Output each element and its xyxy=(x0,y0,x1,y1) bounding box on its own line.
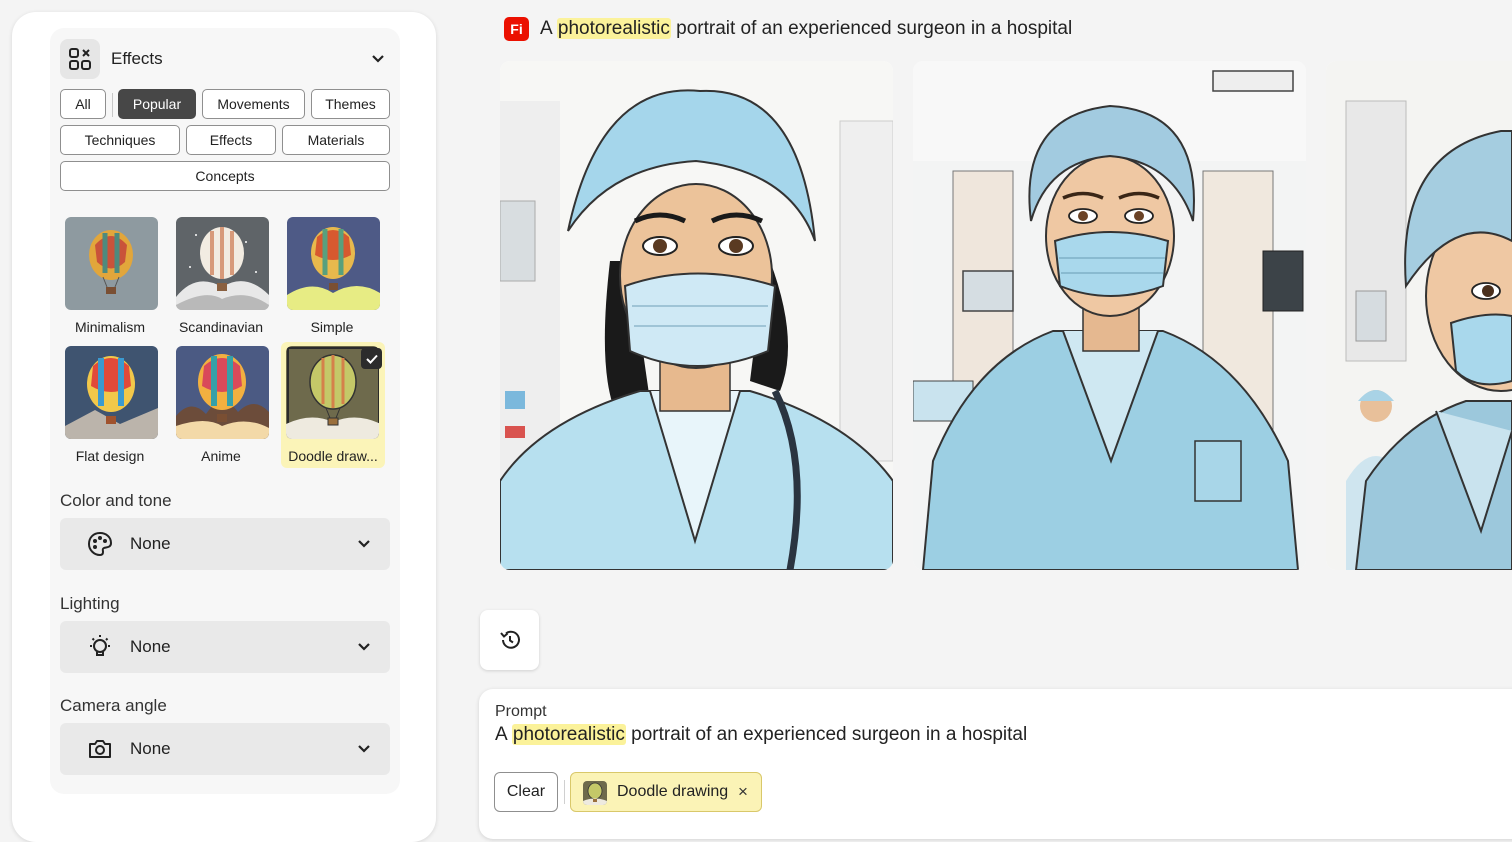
doodle-thumbnail-icon xyxy=(583,781,607,805)
highlight-word: photorealistic xyxy=(556,18,671,39)
style-label: Scandinavian xyxy=(178,319,264,335)
result-image-1[interactable] xyxy=(500,61,893,570)
check-icon xyxy=(361,348,382,369)
chevron-down-icon xyxy=(358,540,370,548)
close-icon[interactable]: × xyxy=(738,782,748,802)
result-image-3[interactable] xyxy=(1326,61,1512,570)
chip-movements[interactable]: Movements xyxy=(202,89,305,119)
color-tone-label: Color and tone xyxy=(60,491,172,510)
history-button[interactable] xyxy=(480,610,539,670)
firefly-logo-icon: Fi xyxy=(504,17,529,41)
chip-effects[interactable]: Effects xyxy=(186,125,276,155)
camera-angle-select[interactable]: None xyxy=(60,723,390,775)
lightbulb-icon xyxy=(90,635,110,656)
prompt-panel xyxy=(479,689,1512,839)
style-thumb-flat-design[interactable] xyxy=(65,346,158,439)
lighting-value: None xyxy=(130,637,171,656)
history-icon xyxy=(499,630,520,649)
result-image-2[interactable] xyxy=(913,61,1306,570)
chip-divider xyxy=(112,93,113,117)
highlight-word: photorealistic xyxy=(511,724,626,745)
tag-divider xyxy=(564,780,565,804)
camera-angle-label: Camera angle xyxy=(60,696,167,715)
chip-themes[interactable]: Themes xyxy=(311,89,390,119)
chip-popular[interactable]: Popular xyxy=(118,89,196,119)
camera-icon xyxy=(89,740,111,758)
style-label: Doodle draw... xyxy=(288,448,378,464)
prompt-label: Prompt xyxy=(495,703,547,720)
style-thumb-anime[interactable] xyxy=(176,346,269,439)
chevron-down-icon xyxy=(358,643,370,651)
color-tone-select[interactable]: None xyxy=(60,518,390,570)
effects-title: Effects xyxy=(111,49,163,68)
style-label: Simple xyxy=(310,319,354,335)
clear-button[interactable]: Clear xyxy=(494,772,558,812)
lighting-select[interactable]: None xyxy=(60,621,390,673)
lighting-label: Lighting xyxy=(60,594,120,613)
color-tone-value: None xyxy=(130,534,171,553)
chip-materials[interactable]: Materials xyxy=(282,125,390,155)
style-label: Anime xyxy=(201,448,241,464)
chip-concepts[interactable]: Concepts xyxy=(60,161,390,191)
chip-all[interactable]: All xyxy=(60,89,106,119)
chevron-down-icon[interactable] xyxy=(370,51,386,67)
effects-icon xyxy=(60,39,100,79)
style-tag-label: Doodle drawing xyxy=(617,783,729,800)
camera-angle-value: None xyxy=(130,739,171,758)
style-thumb-scandinavian[interactable] xyxy=(176,217,269,310)
style-label: Minimalism xyxy=(75,319,145,335)
style-thumb-simple[interactable] xyxy=(287,217,380,310)
effects-header[interactable]: Effects xyxy=(60,39,390,79)
palette-icon xyxy=(87,531,113,557)
style-thumb-minimalism[interactable] xyxy=(65,217,158,310)
prompt-input[interactable]: A photorealistic portrait of an experien… xyxy=(495,724,1027,746)
style-tag-chip[interactable]: Doodle drawing × xyxy=(570,772,762,812)
chevron-down-icon xyxy=(358,745,370,753)
prompt-heading: A photorealistic portrait of an experien… xyxy=(540,18,1073,39)
style-label: Flat design xyxy=(75,448,145,464)
chip-techniques[interactable]: Techniques xyxy=(60,125,180,155)
